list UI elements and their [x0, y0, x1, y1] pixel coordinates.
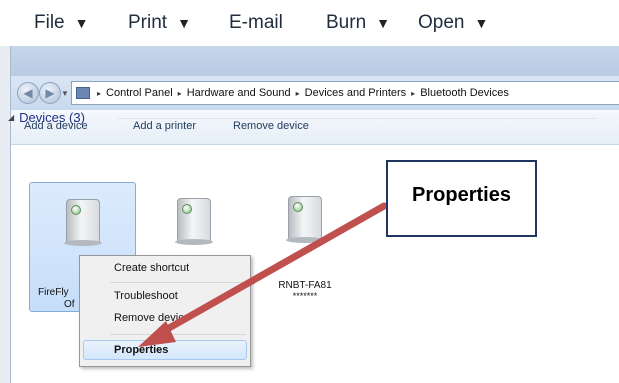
back-button[interactable]: ◀ — [17, 82, 39, 104]
breadcrumb-separator-icon: ▸ — [411, 88, 416, 98]
menu-burn[interactable]: Burn ▼ — [326, 12, 390, 34]
devices-group-label: Devices (3) — [19, 110, 85, 125]
window-left-edge — [0, 46, 10, 383]
menu-open[interactable]: Open ▼ — [418, 12, 488, 34]
chevron-down-icon: ▼ — [376, 15, 390, 31]
address-bar: ◀ ▶ ▼ ▸ Control Panel ▸ Hardware and Sou… — [11, 76, 619, 110]
menu-open-label: Open — [418, 12, 465, 33]
bluetooth-device-icon — [175, 198, 213, 245]
remove-device-button[interactable]: Remove device — [233, 120, 309, 132]
menu-file[interactable]: File ▼ — [34, 12, 88, 34]
device-tile-rnbt[interactable]: RNBT-FA81 ******* — [270, 182, 340, 302]
menu-email[interactable]: E-mail — [229, 12, 283, 34]
device-name: RNBT-FA81 — [278, 280, 332, 291]
create-shortcut-menu-item[interactable]: Create shortcut — [114, 259, 189, 277]
chevron-down-icon: ▼ — [74, 15, 89, 31]
bluetooth-device-icon — [286, 196, 324, 243]
properties-menu-item[interactable]: Properties — [114, 341, 168, 359]
add-printer-button[interactable]: Add a printer — [133, 120, 196, 132]
breadcrumb-hardware-and-sound[interactable]: Hardware and Sound — [187, 87, 291, 99]
breadcrumb-separator-icon: ▸ — [177, 88, 182, 98]
top-menu-bar: File ▼ Print ▼ E-mail Burn ▼ Open ▼ — [0, 0, 619, 46]
collapse-triangle-icon[interactable]: ◢ — [8, 113, 14, 122]
command-toolbar: Add a device Add a printer Remove device — [11, 110, 619, 145]
menu-print-label: Print — [128, 12, 168, 33]
menu-separator — [110, 282, 246, 283]
device-tile-2[interactable] — [159, 182, 229, 262]
breadcrumb-separator-icon: ▸ — [295, 88, 300, 98]
group-divider — [118, 118, 598, 119]
devices-group-header[interactable]: ◢ Devices (3) — [8, 110, 85, 125]
breadcrumb-devices-and-printers[interactable]: Devices and Printers — [305, 87, 407, 99]
menu-separator — [110, 334, 246, 335]
device-name: FireFly — [38, 287, 69, 298]
device-subtitle: Of — [64, 299, 75, 310]
context-menu: Create shortcut Troubleshoot Remove devi… — [79, 255, 251, 367]
menu-print[interactable]: Print ▼ — [128, 12, 191, 34]
chevron-down-icon: ▼ — [474, 15, 489, 31]
address-field[interactable]: ▸ Control Panel ▸ Hardware and Sound ▸ D… — [71, 81, 619, 105]
chevron-down-icon: ▼ — [177, 15, 191, 31]
breadcrumb-control-panel[interactable]: Control Panel — [106, 87, 173, 99]
remove-device-menu-item[interactable]: Remove device — [114, 309, 190, 327]
title-bar — [11, 46, 619, 76]
properties-callout: Properties — [386, 160, 537, 237]
bluetooth-device-icon — [63, 199, 102, 246]
forward-button[interactable]: ▶ — [39, 82, 61, 104]
recent-pages-dropdown-icon[interactable]: ▼ — [61, 89, 69, 98]
device-subtitle: ******* — [292, 291, 318, 301]
menu-burn-label: Burn — [326, 12, 367, 33]
menu-email-label: E-mail — [229, 12, 283, 33]
menu-file-label: File — [34, 12, 65, 33]
breadcrumb-separator-icon: ▸ — [97, 88, 102, 98]
troubleshoot-menu-item[interactable]: Troubleshoot — [114, 287, 178, 305]
control-panel-icon — [76, 87, 90, 99]
breadcrumb-bluetooth-devices[interactable]: Bluetooth Devices — [420, 87, 509, 99]
callout-text: Properties — [412, 184, 511, 206]
